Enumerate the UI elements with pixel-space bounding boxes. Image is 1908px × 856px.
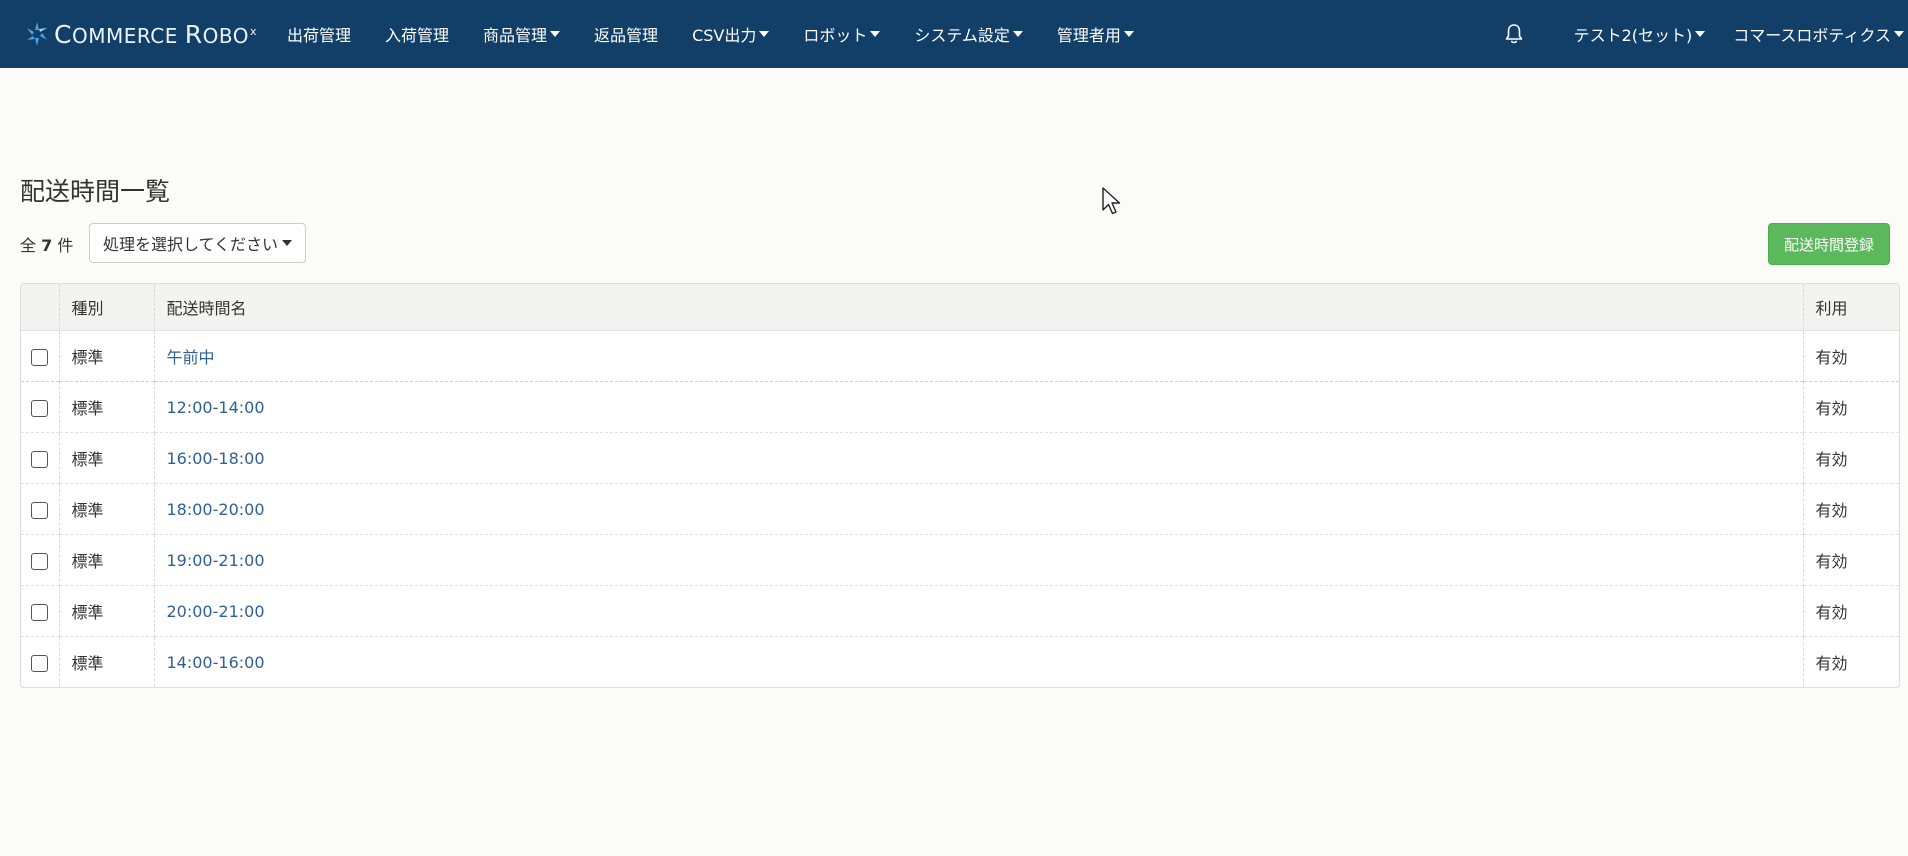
brand-name: COMMERCE ROBOx: [54, 19, 257, 49]
row-checkbox[interactable]: [31, 348, 49, 366]
nav-item-label: 出荷管理: [287, 26, 352, 45]
table-row: 標準 12:00-14:00 有効: [21, 381, 1899, 433]
row-kind: 標準: [58, 585, 154, 637]
table-row: 標準 18:00-20:00 有効: [21, 483, 1899, 535]
table-row: 標準 16:00-18:00 有効: [21, 432, 1899, 484]
nav-item-label: 管理者用: [1056, 26, 1121, 45]
nav-item-7[interactable]: 管理者用: [1040, 22, 1151, 46]
delivery-time-link[interactable]: 19:00-21:00: [167, 551, 265, 570]
header-kind[interactable]: 種別: [58, 284, 154, 331]
row-usage: 有効: [1802, 432, 1899, 484]
nav-item-label: システム設定: [914, 26, 1010, 45]
nav-item-0[interactable]: 出荷管理: [270, 22, 368, 46]
row-checkbox[interactable]: [31, 501, 49, 519]
row-usage: 有効: [1802, 534, 1899, 586]
nav-item-label: 入荷管理: [385, 26, 450, 45]
list-toolbar: 全 7 件 処理を選択してください 配送時間登録: [20, 223, 1900, 265]
row-checkbox[interactable]: [31, 450, 49, 468]
delivery-time-link[interactable]: 14:00-16:00: [167, 653, 265, 672]
row-select-cell: [21, 331, 59, 382]
row-checkbox[interactable]: [31, 399, 49, 417]
main-menu: 出荷管理 入荷管理 商品管理 返品管理 CSV出力 ロボット システム設定 管理者用: [270, 22, 1151, 46]
row-select-cell: [21, 585, 59, 637]
row-name-cell: 午前中: [153, 330, 1803, 382]
nav-item-label: 返品管理: [594, 26, 659, 45]
row-name-cell: 16:00-18:00: [153, 432, 1803, 484]
row-select-cell: [21, 432, 59, 484]
table-row: 標準 20:00-21:00 有効: [21, 585, 1899, 637]
header-usage[interactable]: 利用: [1802, 284, 1899, 331]
record-count: 全 7 件: [20, 236, 74, 255]
company-label: コマースロボティクス: [1733, 26, 1891, 45]
top-navbar: COMMERCE ROBOx 出荷管理 入荷管理 商品管理 返品管理 CSV出力 ロボット…: [0, 0, 1908, 68]
bulk-action-select[interactable]: 処理を選択してください: [89, 223, 307, 263]
row-usage: 有効: [1802, 330, 1899, 382]
caret-down-icon: [1123, 31, 1134, 37]
row-select-cell: [21, 483, 59, 535]
table-row: 標準 19:00-21:00 有効: [21, 534, 1899, 586]
nav-item-6[interactable]: システム設定: [897, 22, 1040, 46]
account-menu[interactable]: テスト2(セット): [1560, 22, 1720, 46]
row-checkbox[interactable]: [31, 603, 49, 621]
bell-icon: [1505, 24, 1522, 44]
row-kind: 標準: [58, 534, 154, 586]
nav-item-1[interactable]: 入荷管理: [368, 22, 466, 46]
row-select-cell: [21, 381, 59, 433]
row-name-cell: 14:00-16:00: [153, 636, 1803, 687]
notification-button[interactable]: [1494, 23, 1534, 45]
caret-down-icon: [1012, 31, 1023, 37]
row-usage: 有効: [1802, 585, 1899, 637]
row-name-cell: 18:00-20:00: [153, 483, 1803, 535]
delivery-time-link[interactable]: 16:00-18:00: [167, 449, 265, 468]
record-count-value: 7: [41, 236, 53, 255]
nav-item-label: CSV出力: [692, 26, 757, 45]
page-title: 配送時間一覧: [20, 177, 171, 206]
caret-down-icon: [870, 31, 881, 37]
caret-down-icon: [282, 240, 293, 246]
mouse-pointer-icon: [1102, 187, 1121, 215]
row-select-cell: [21, 636, 59, 687]
nav-item-3[interactable]: 返品管理: [577, 22, 675, 46]
nav-item-2[interactable]: 商品管理: [466, 22, 577, 46]
row-checkbox[interactable]: [31, 552, 49, 570]
nav-item-4[interactable]: CSV出力: [675, 22, 786, 46]
register-delivery-time-button[interactable]: 配送時間登録: [1767, 223, 1890, 265]
nav-item-label: 商品管理: [483, 26, 548, 45]
table-header-row: 種別 配送時間名 利用: [21, 284, 1899, 331]
row-select-cell: [21, 534, 59, 586]
caret-down-icon: [759, 31, 770, 37]
row-name-cell: 12:00-14:00: [153, 381, 1803, 433]
bulk-action-label: 処理を選択してください: [103, 235, 279, 254]
table-row: 標準 14:00-16:00 有効: [21, 636, 1899, 687]
row-usage: 有効: [1802, 381, 1899, 433]
nav-item-5[interactable]: ロボット: [786, 22, 897, 46]
caret-down-icon: [1695, 31, 1706, 37]
row-kind: 標準: [58, 330, 154, 382]
row-kind: 標準: [58, 636, 154, 687]
row-name-cell: 20:00-21:00: [153, 585, 1803, 637]
delivery-time-table: 種別 配送時間名 利用 標準 午前中 有効 標準 12:00-14:00 有効 標準 16:0…: [20, 283, 1900, 688]
nav-item-label: ロボット: [803, 26, 868, 45]
delivery-time-link[interactable]: 午前中: [167, 348, 215, 367]
row-usage: 有効: [1802, 483, 1899, 535]
row-kind: 標準: [58, 381, 154, 433]
brand-logo[interactable]: COMMERCE ROBOx: [24, 20, 270, 49]
account-label: テスト2(セット): [1573, 26, 1693, 45]
row-usage: 有効: [1802, 636, 1899, 687]
delivery-time-link[interactable]: 20:00-21:00: [167, 602, 265, 621]
row-kind: 標準: [58, 432, 154, 484]
logo-mark-icon: [27, 22, 47, 46]
navbar-right: テスト2(セット) コマースロボティクス: [1494, 0, 1908, 68]
header-select-cell: [21, 284, 59, 331]
caret-down-icon: [1894, 31, 1904, 37]
caret-down-icon: [550, 31, 561, 37]
table-row: 標準 午前中 有効: [21, 330, 1899, 382]
header-name[interactable]: 配送時間名: [153, 284, 1803, 331]
delivery-time-link[interactable]: 12:00-14:00: [167, 398, 265, 417]
row-name-cell: 19:00-21:00: [153, 534, 1803, 586]
row-checkbox[interactable]: [31, 654, 49, 672]
company-menu[interactable]: コマースロボティクス: [1719, 22, 1908, 46]
delivery-time-link[interactable]: 18:00-20:00: [167, 500, 265, 519]
row-kind: 標準: [58, 483, 154, 535]
